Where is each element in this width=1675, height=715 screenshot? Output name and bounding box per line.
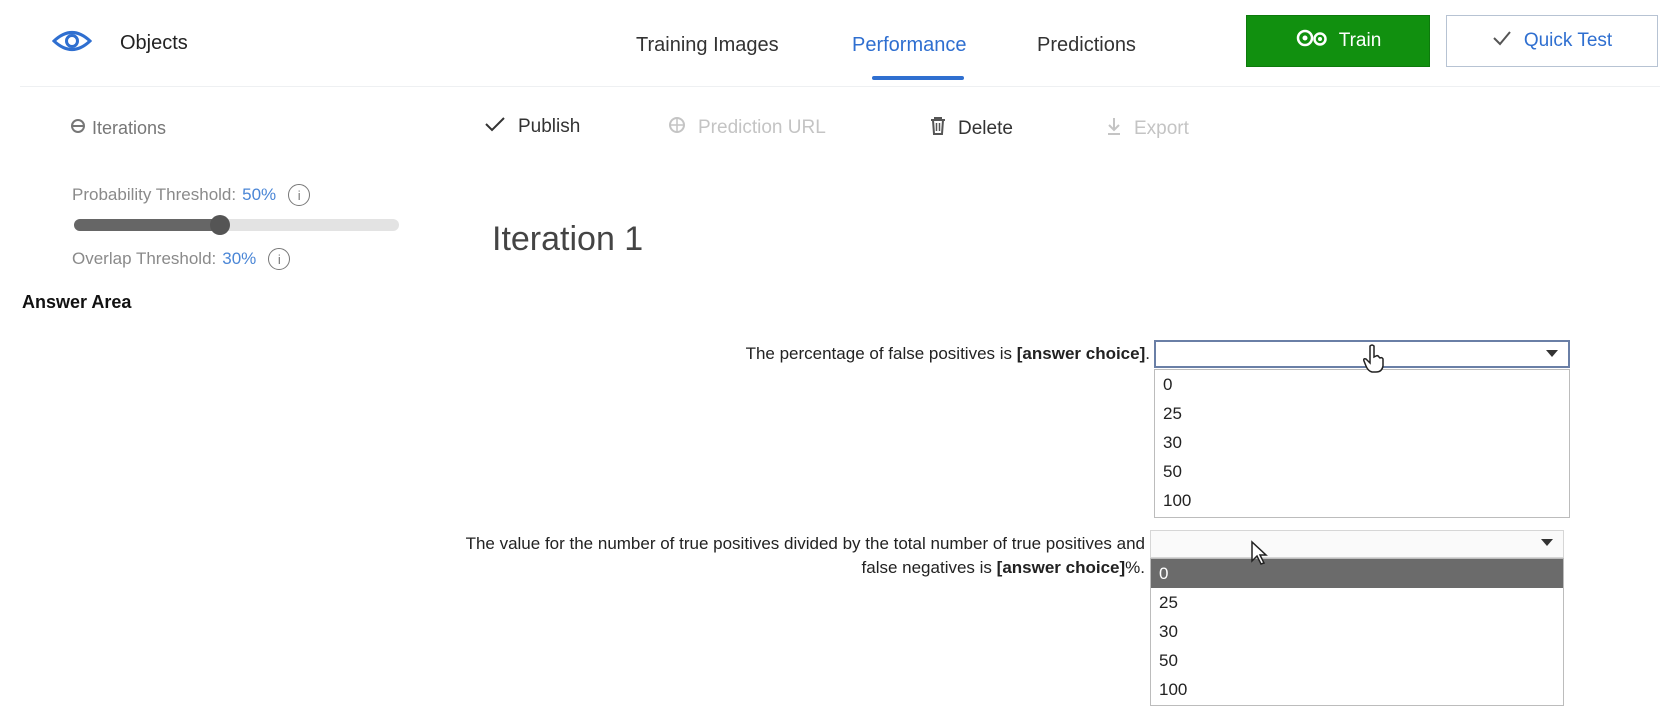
question-2-text: The value for the number of true positiv…	[465, 534, 1145, 577]
question-2-dropdown[interactable]	[1150, 530, 1564, 558]
slider-fill	[74, 219, 220, 231]
train-label: Train	[1338, 30, 1382, 51]
prediction-url-button[interactable]: Prediction URL	[668, 116, 826, 140]
option-0-highlighted[interactable]: 0	[1151, 559, 1563, 588]
probability-slider[interactable]	[74, 215, 399, 235]
question-1-text: The percentage of false positives is [an…	[745, 344, 1150, 363]
chevron-down-icon	[1541, 539, 1553, 546]
delete-label: Delete	[958, 118, 1013, 139]
slider-handle[interactable]	[210, 215, 230, 235]
hand-cursor-icon	[1362, 344, 1386, 379]
option-50[interactable]: 50	[1151, 646, 1563, 675]
export-button[interactable]: Export	[1106, 116, 1189, 142]
prediction-url-label: Prediction URL	[698, 117, 826, 138]
download-icon	[1106, 116, 1122, 142]
overlap-threshold: Overlap Threshold: 30% i	[72, 248, 291, 270]
answer-choice-placeholder: [answer choice]	[1016, 344, 1146, 363]
tab-performance[interactable]: Performance	[852, 34, 967, 57]
question-1-options: 0 25 30 50 100	[1154, 369, 1570, 518]
checkmark-icon	[1492, 30, 1512, 52]
info-icon[interactable]: i	[288, 184, 311, 206]
tab-training-images[interactable]: Training Images	[636, 34, 779, 57]
overlap-threshold-value: 30%	[222, 249, 257, 268]
iterations-label: Iterations	[92, 118, 167, 138]
option-25[interactable]: 25	[1155, 399, 1569, 428]
publish-label: Publish	[518, 116, 581, 137]
option-50[interactable]: 50	[1155, 457, 1569, 486]
train-button[interactable]: Train	[1246, 15, 1430, 67]
iterations-link[interactable]: Iterations	[70, 118, 166, 139]
gears-icon	[1295, 28, 1329, 54]
eye-icon	[51, 28, 93, 59]
delete-button[interactable]: Delete	[930, 116, 1013, 142]
arrow-cursor-icon	[1250, 540, 1268, 571]
answer-area-heading: Answer Area	[22, 292, 132, 312]
option-25[interactable]: 25	[1151, 588, 1563, 617]
project-name: Objects	[120, 32, 188, 54]
option-30[interactable]: 30	[1155, 428, 1569, 457]
question-2-options: 0 25 30 50 100	[1150, 558, 1564, 706]
tab-predictions[interactable]: Predictions	[1037, 34, 1136, 57]
globe-icon	[668, 116, 686, 140]
probability-threshold-label: Probability Threshold:	[72, 185, 237, 204]
active-tab-indicator	[872, 76, 964, 80]
probability-threshold-value: 50%	[242, 185, 277, 204]
export-label: Export	[1134, 118, 1189, 139]
answer-choice-placeholder: [answer choice]	[996, 558, 1126, 577]
chevron-down-icon	[1546, 350, 1558, 357]
info-icon[interactable]: i	[268, 248, 291, 270]
iteration-title: Iteration 1	[492, 220, 644, 258]
overlap-threshold-label: Overlap Threshold:	[72, 249, 217, 268]
option-100[interactable]: 100	[1151, 675, 1563, 704]
trash-icon	[930, 116, 946, 142]
quick-test-label: Quick Test	[1523, 30, 1613, 51]
option-30[interactable]: 30	[1151, 617, 1563, 646]
publish-button[interactable]: Publish	[484, 116, 580, 138]
probability-threshold: Probability Threshold: 50% i	[72, 184, 311, 206]
layers-icon	[70, 118, 86, 139]
quick-test-button[interactable]: Quick Test	[1446, 15, 1658, 67]
checkmark-icon	[484, 116, 506, 138]
option-100[interactable]: 100	[1155, 486, 1569, 515]
